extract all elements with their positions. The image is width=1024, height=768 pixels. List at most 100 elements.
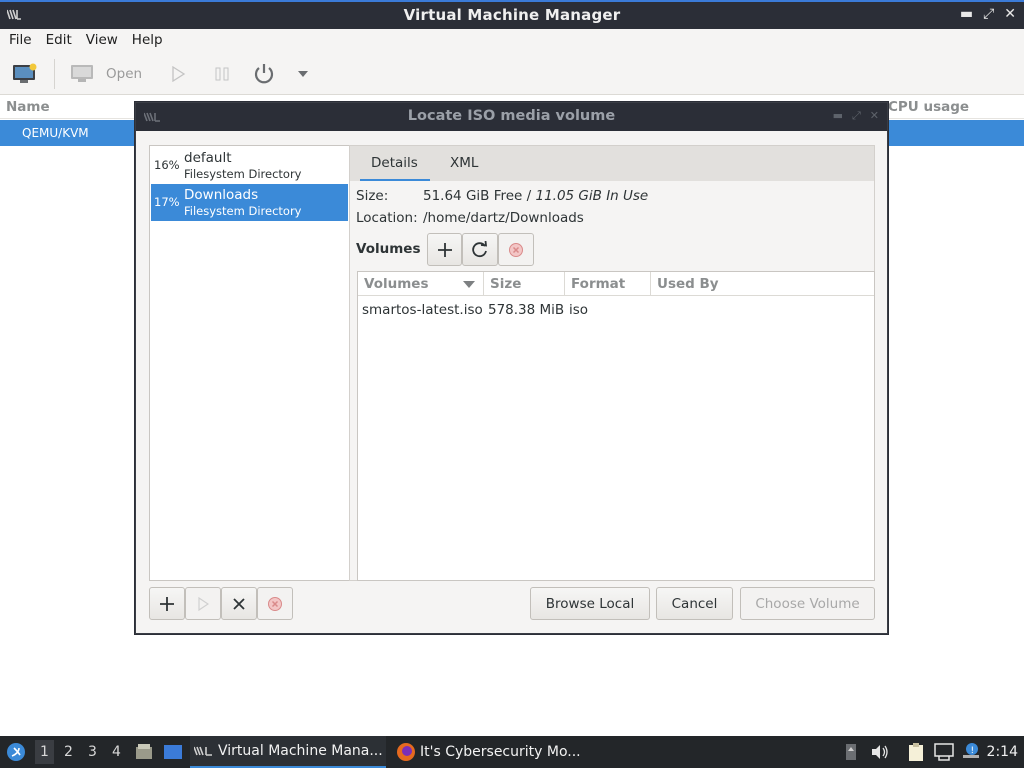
plus-icon bbox=[437, 242, 452, 257]
location-value: /home/dartz/Downloads bbox=[423, 210, 584, 226]
pool-type: Filesystem Directory bbox=[184, 204, 302, 218]
add-volume-button[interactable] bbox=[427, 233, 462, 266]
new-vm-button[interactable] bbox=[12, 61, 38, 87]
svg-text:!: ! bbox=[971, 746, 975, 756]
toolbar-separator bbox=[54, 59, 55, 89]
close-icon[interactable]: ✕ bbox=[1004, 6, 1016, 22]
dialog-minimize-icon[interactable]: ▬ bbox=[833, 109, 843, 123]
workspace-3[interactable]: 3 bbox=[88, 744, 97, 760]
pool-usage: 17% bbox=[154, 195, 180, 209]
desktop-icon[interactable] bbox=[163, 743, 183, 761]
shutdown-button[interactable] bbox=[252, 61, 276, 87]
open-button[interactable]: Open bbox=[70, 61, 142, 87]
start-pool-button[interactable] bbox=[185, 587, 221, 620]
volumes-table: Volumes Size Format Used By smartos-late… bbox=[357, 271, 875, 581]
volume-format: iso bbox=[569, 302, 589, 318]
volume-icon[interactable] bbox=[871, 744, 889, 760]
size-free: 51.64 GiB Free / bbox=[423, 188, 536, 204]
column-usedby-header[interactable]: Used By bbox=[651, 272, 874, 296]
close-icon bbox=[233, 597, 245, 610]
main-titlebar: Virtual Machine Manager ▬ ⤢ ✕ bbox=[0, 0, 1024, 29]
pool-item-downloads[interactable]: 17% Downloads Filesystem Directory bbox=[151, 184, 348, 221]
upload-tray-icon[interactable] bbox=[845, 743, 857, 761]
dialog-titlebar: Locate ISO media volume ▬ ⤢ ✕ bbox=[136, 103, 887, 131]
tab-xml[interactable]: XML bbox=[450, 155, 478, 171]
refresh-icon bbox=[472, 240, 488, 257]
menubar: File Edit View Help bbox=[0, 29, 1024, 53]
pool-type: Filesystem Directory bbox=[184, 167, 302, 181]
virt-manager-logo-icon bbox=[194, 746, 212, 756]
delete-pool-button[interactable] bbox=[257, 587, 293, 620]
menu-view[interactable]: View bbox=[79, 29, 125, 53]
browse-local-button[interactable]: Browse Local bbox=[530, 587, 650, 620]
column-volumes-header[interactable]: Volumes bbox=[358, 272, 484, 296]
pool-usage: 16% bbox=[154, 158, 180, 172]
pool-tabs: Details XML bbox=[349, 145, 875, 182]
clipboard-icon[interactable] bbox=[907, 742, 925, 762]
network-icon[interactable] bbox=[934, 743, 954, 761]
volumes-label: Volumes bbox=[356, 241, 421, 257]
choose-volume-button[interactable]: Choose Volume bbox=[740, 587, 875, 620]
minimize-icon[interactable]: ▬ bbox=[960, 6, 973, 22]
shutdown-menu-button[interactable] bbox=[297, 61, 309, 87]
connection-label: QEMU/KVM bbox=[22, 126, 89, 140]
run-button[interactable] bbox=[170, 61, 186, 87]
column-size-header[interactable]: Size bbox=[484, 272, 565, 296]
restore-icon[interactable]: ⤢ bbox=[983, 6, 994, 22]
dialog-title: Locate ISO media volume bbox=[407, 108, 616, 124]
sort-down-icon bbox=[463, 281, 475, 288]
window-title: Virtual Machine Manager bbox=[403, 6, 621, 24]
size-value: 51.64 GiB Free / 11.05 GiB In Use bbox=[423, 188, 648, 204]
plus-icon bbox=[160, 596, 174, 611]
delete-icon bbox=[509, 242, 523, 257]
monitor-icon bbox=[71, 65, 93, 82]
refresh-volumes-button[interactable] bbox=[462, 233, 498, 266]
menu-edit[interactable]: Edit bbox=[39, 29, 79, 53]
location-label: Location: bbox=[356, 210, 418, 226]
column-volumes-label: Volumes bbox=[364, 276, 429, 292]
storage-pool-list: 16% default Filesystem Directory 17% Dow… bbox=[149, 145, 350, 581]
cancel-button[interactable]: Cancel bbox=[656, 587, 733, 620]
volume-name: smartos-latest.iso bbox=[362, 302, 483, 318]
volume-size: 578.38 MiB bbox=[488, 302, 565, 318]
delete-icon bbox=[268, 596, 282, 611]
start-menu-icon[interactable] bbox=[6, 742, 26, 762]
clock[interactable]: 2:14 bbox=[987, 744, 1018, 760]
play-icon bbox=[198, 596, 209, 611]
workspace-1[interactable]: 1 bbox=[35, 740, 54, 764]
delete-volume-button[interactable] bbox=[498, 233, 534, 266]
menu-file[interactable]: File bbox=[2, 29, 39, 53]
workspace-2[interactable]: 2 bbox=[64, 744, 73, 760]
dialog-close-icon[interactable]: ✕ bbox=[870, 109, 879, 123]
firefox-icon bbox=[397, 743, 415, 761]
play-icon bbox=[172, 66, 186, 82]
task-firefox[interactable]: It's Cybersecurity Mo... bbox=[394, 736, 590, 768]
toolbar: Open bbox=[0, 53, 1024, 95]
pool-name: default bbox=[184, 150, 232, 166]
workspace-4[interactable]: 4 bbox=[112, 744, 121, 760]
column-cpu-header[interactable]: CPU usage bbox=[888, 99, 969, 115]
file-manager-icon[interactable] bbox=[135, 743, 153, 761]
task-label: Virtual Machine Mana... bbox=[218, 743, 383, 759]
column-format-header[interactable]: Format bbox=[565, 272, 651, 296]
pause-button[interactable] bbox=[214, 61, 230, 87]
column-name-header[interactable]: Name bbox=[6, 99, 50, 115]
notification-icon[interactable]: ! bbox=[962, 742, 980, 760]
add-pool-button[interactable] bbox=[149, 587, 185, 620]
size-used: 11.05 GiB In Use bbox=[535, 188, 649, 204]
task-label: It's Cybersecurity Mo... bbox=[420, 744, 581, 760]
task-virt-manager[interactable]: Virtual Machine Mana... bbox=[190, 736, 386, 768]
taskbar: 1 2 3 4 Virtual Machine Mana... It's Cyb… bbox=[0, 736, 1024, 768]
pool-item-default[interactable]: 16% default Filesystem Directory bbox=[151, 147, 348, 184]
tab-details[interactable]: Details bbox=[371, 155, 418, 171]
locate-iso-dialog: Locate ISO media volume ▬ ⤢ ✕ 16% defaul… bbox=[135, 102, 888, 634]
power-icon bbox=[254, 64, 274, 84]
chevron-down-icon bbox=[298, 71, 308, 77]
menu-help[interactable]: Help bbox=[125, 29, 170, 53]
new-vm-icon bbox=[13, 63, 37, 83]
stop-pool-button[interactable] bbox=[221, 587, 257, 620]
dialog-restore-icon[interactable]: ⤢ bbox=[852, 109, 861, 123]
pool-name: Downloads bbox=[184, 187, 259, 203]
pause-icon bbox=[215, 67, 229, 81]
size-label: Size: bbox=[356, 188, 389, 204]
